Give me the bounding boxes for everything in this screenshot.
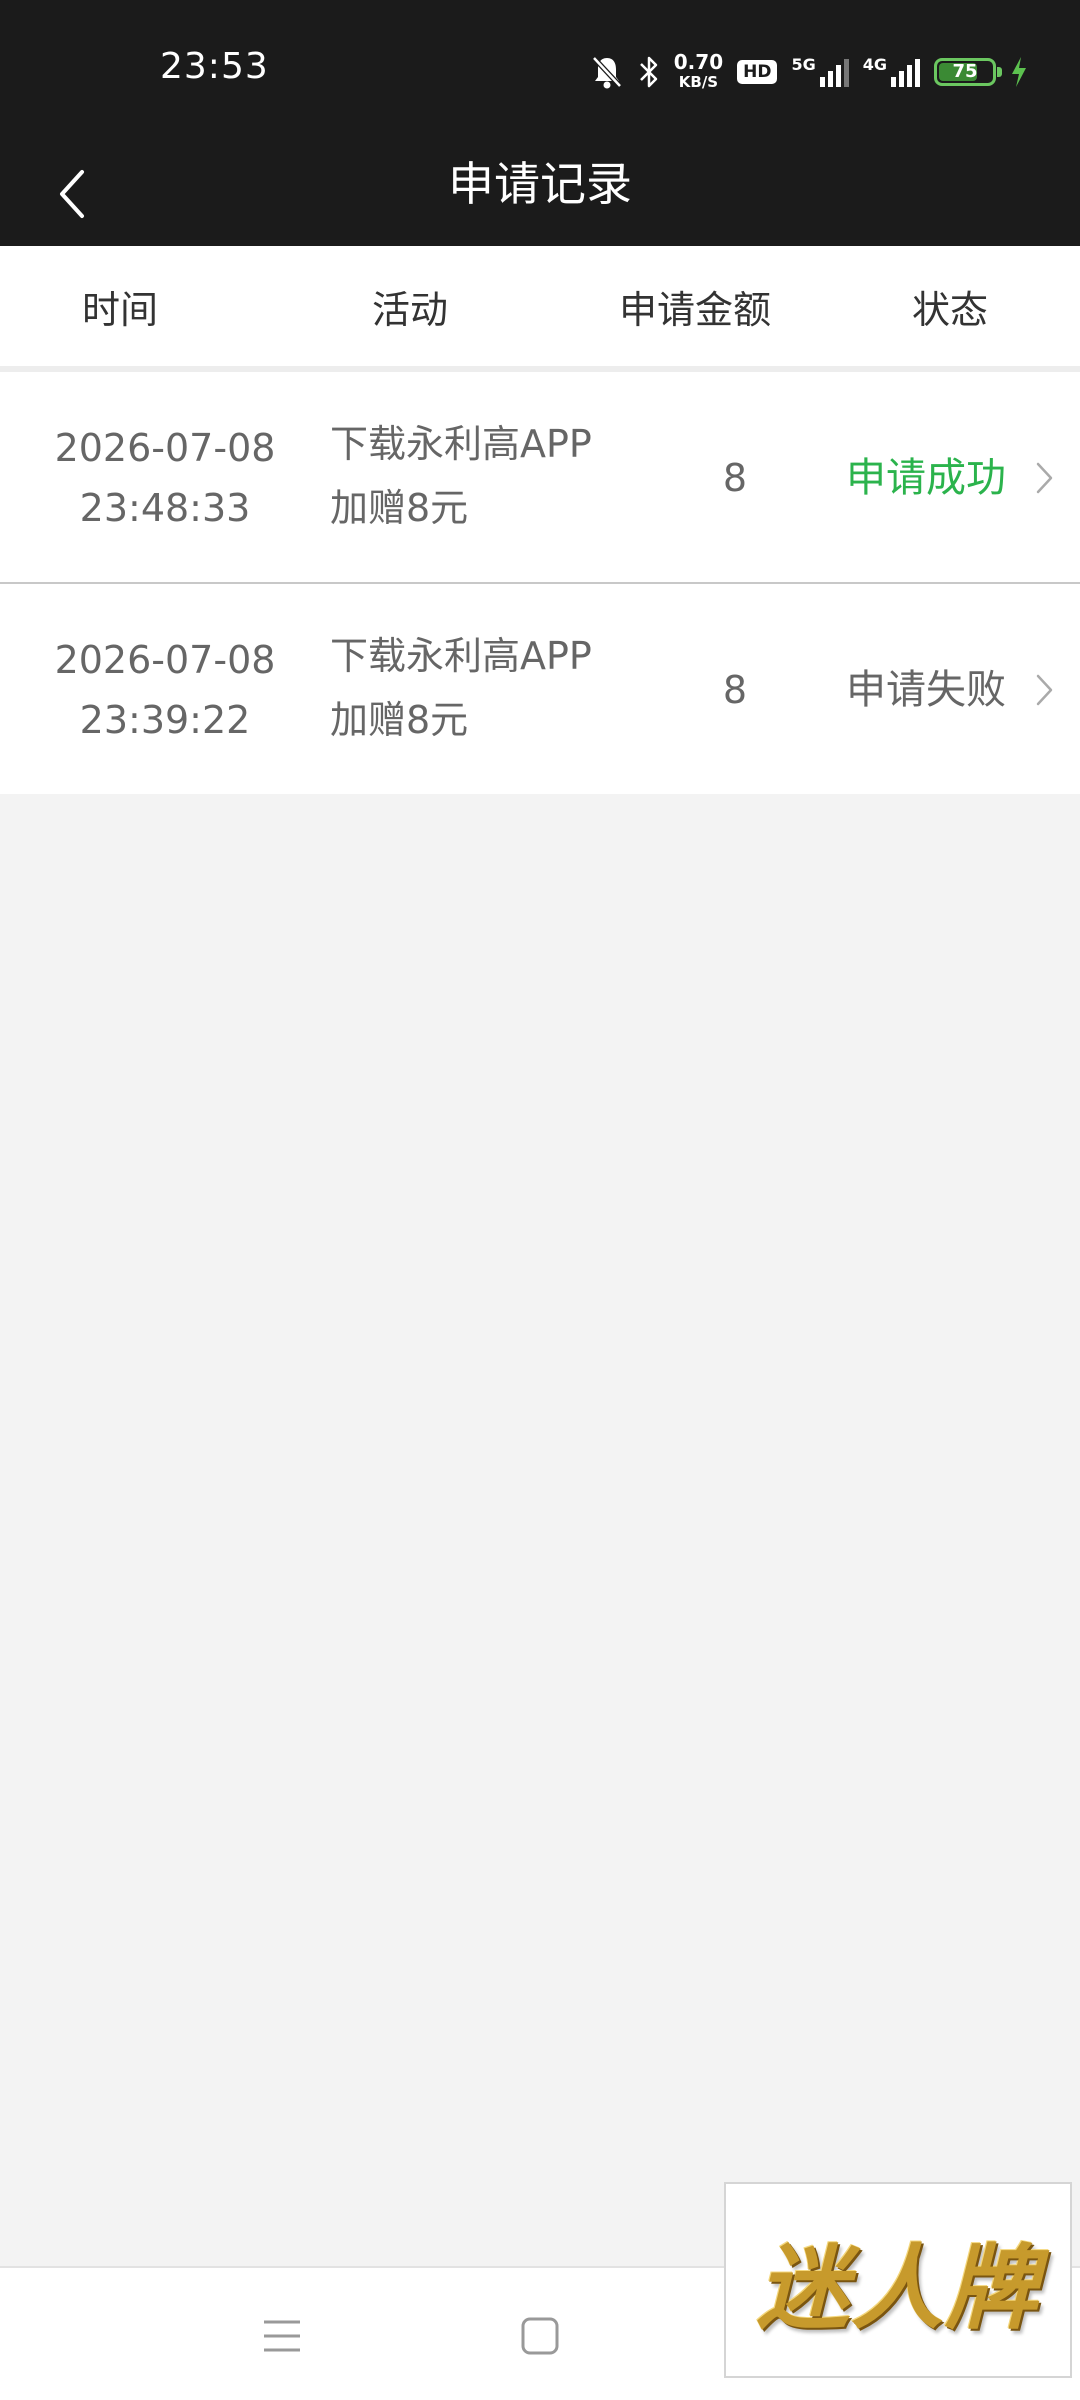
hd-badge: HD xyxy=(737,60,778,84)
record-activity: 下载永利高APP 加赠8元 xyxy=(330,412,630,540)
column-header-amount: 申请金额 xyxy=(618,288,771,332)
table-row[interactable]: 2026-07-08 23:39:22 下载永利高APP 加赠8元 8 申请失败 xyxy=(0,584,1080,794)
status-badge: 申请成功 xyxy=(846,455,1006,501)
column-header-activity: 活动 xyxy=(371,288,448,332)
record-amount: 8 xyxy=(722,456,748,500)
battery-indicator: 75 xyxy=(934,58,1002,86)
record-activity-line2: 加赠8元 xyxy=(330,698,469,742)
signal-4g-label: 4G xyxy=(862,55,887,74)
menu-icon xyxy=(264,2320,300,2352)
table-header: 时间 活动 申请金额 状态 xyxy=(0,246,1080,372)
status-badge: 申请失败 xyxy=(846,667,1006,713)
watermark-text: 迷人牌 xyxy=(756,2233,1039,2342)
net-speed-value: 0.70 xyxy=(673,50,724,74)
record-activity-line1: 下载永利高APP xyxy=(330,634,592,678)
net-speed: 0.70 KB/S xyxy=(674,52,723,92)
status-time: 23:53 xyxy=(160,46,269,87)
record-time: 2026-07-08 23:39:22 xyxy=(40,630,290,750)
status-icons: 0.70 KB/S HD 5G 4G 75 xyxy=(590,50,1028,94)
chevron-right-icon xyxy=(1036,462,1053,494)
records-list: 2026-07-08 23:48:33 下载永利高APP 加赠8元 8 申请成功… xyxy=(0,372,1080,794)
battery-level: 75 xyxy=(952,61,978,82)
watermark-logo: 迷人牌 xyxy=(724,2182,1072,2378)
record-amount: 8 xyxy=(722,668,748,712)
signal-bars-icon xyxy=(891,59,920,87)
bluetooth-icon xyxy=(638,55,660,89)
record-clock: 23:48:33 xyxy=(79,486,251,530)
nav-bar: 申请记录 xyxy=(0,140,1080,246)
home-button[interactable] xyxy=(500,2296,580,2376)
signal-4g: 4G xyxy=(863,57,920,87)
home-square-icon xyxy=(521,2317,559,2355)
status-bar: 23:53 0.70 KB/S HD 5G 4G 75 xyxy=(0,0,1080,140)
signal-5g-label: 5G xyxy=(791,55,816,74)
chevron-right-icon xyxy=(1036,674,1053,706)
signal-bars-icon xyxy=(819,59,849,87)
net-speed-unit: KB/S xyxy=(678,73,719,91)
record-date: 2026-07-08 xyxy=(54,638,276,682)
table-row[interactable]: 2026-07-08 23:48:33 下载永利高APP 加赠8元 8 申请成功 xyxy=(0,372,1080,584)
record-activity: 下载永利高APP 加赠8元 xyxy=(330,624,630,752)
page-title: 申请记录 xyxy=(448,157,632,211)
record-date: 2026-07-08 xyxy=(54,426,276,470)
charging-bolt-icon xyxy=(1010,56,1028,88)
bell-muted-icon xyxy=(590,54,624,90)
record-time: 2026-07-08 23:48:33 xyxy=(40,418,290,538)
record-activity-line2: 加赠8元 xyxy=(330,486,469,530)
recent-apps-button[interactable] xyxy=(242,2296,322,2376)
signal-5g: 5G xyxy=(791,55,849,87)
column-header-time: 时间 xyxy=(81,288,158,332)
record-clock: 23:39:22 xyxy=(79,698,251,742)
column-header-status: 状态 xyxy=(911,288,988,332)
record-activity-line1: 下载永利高APP xyxy=(330,422,592,466)
